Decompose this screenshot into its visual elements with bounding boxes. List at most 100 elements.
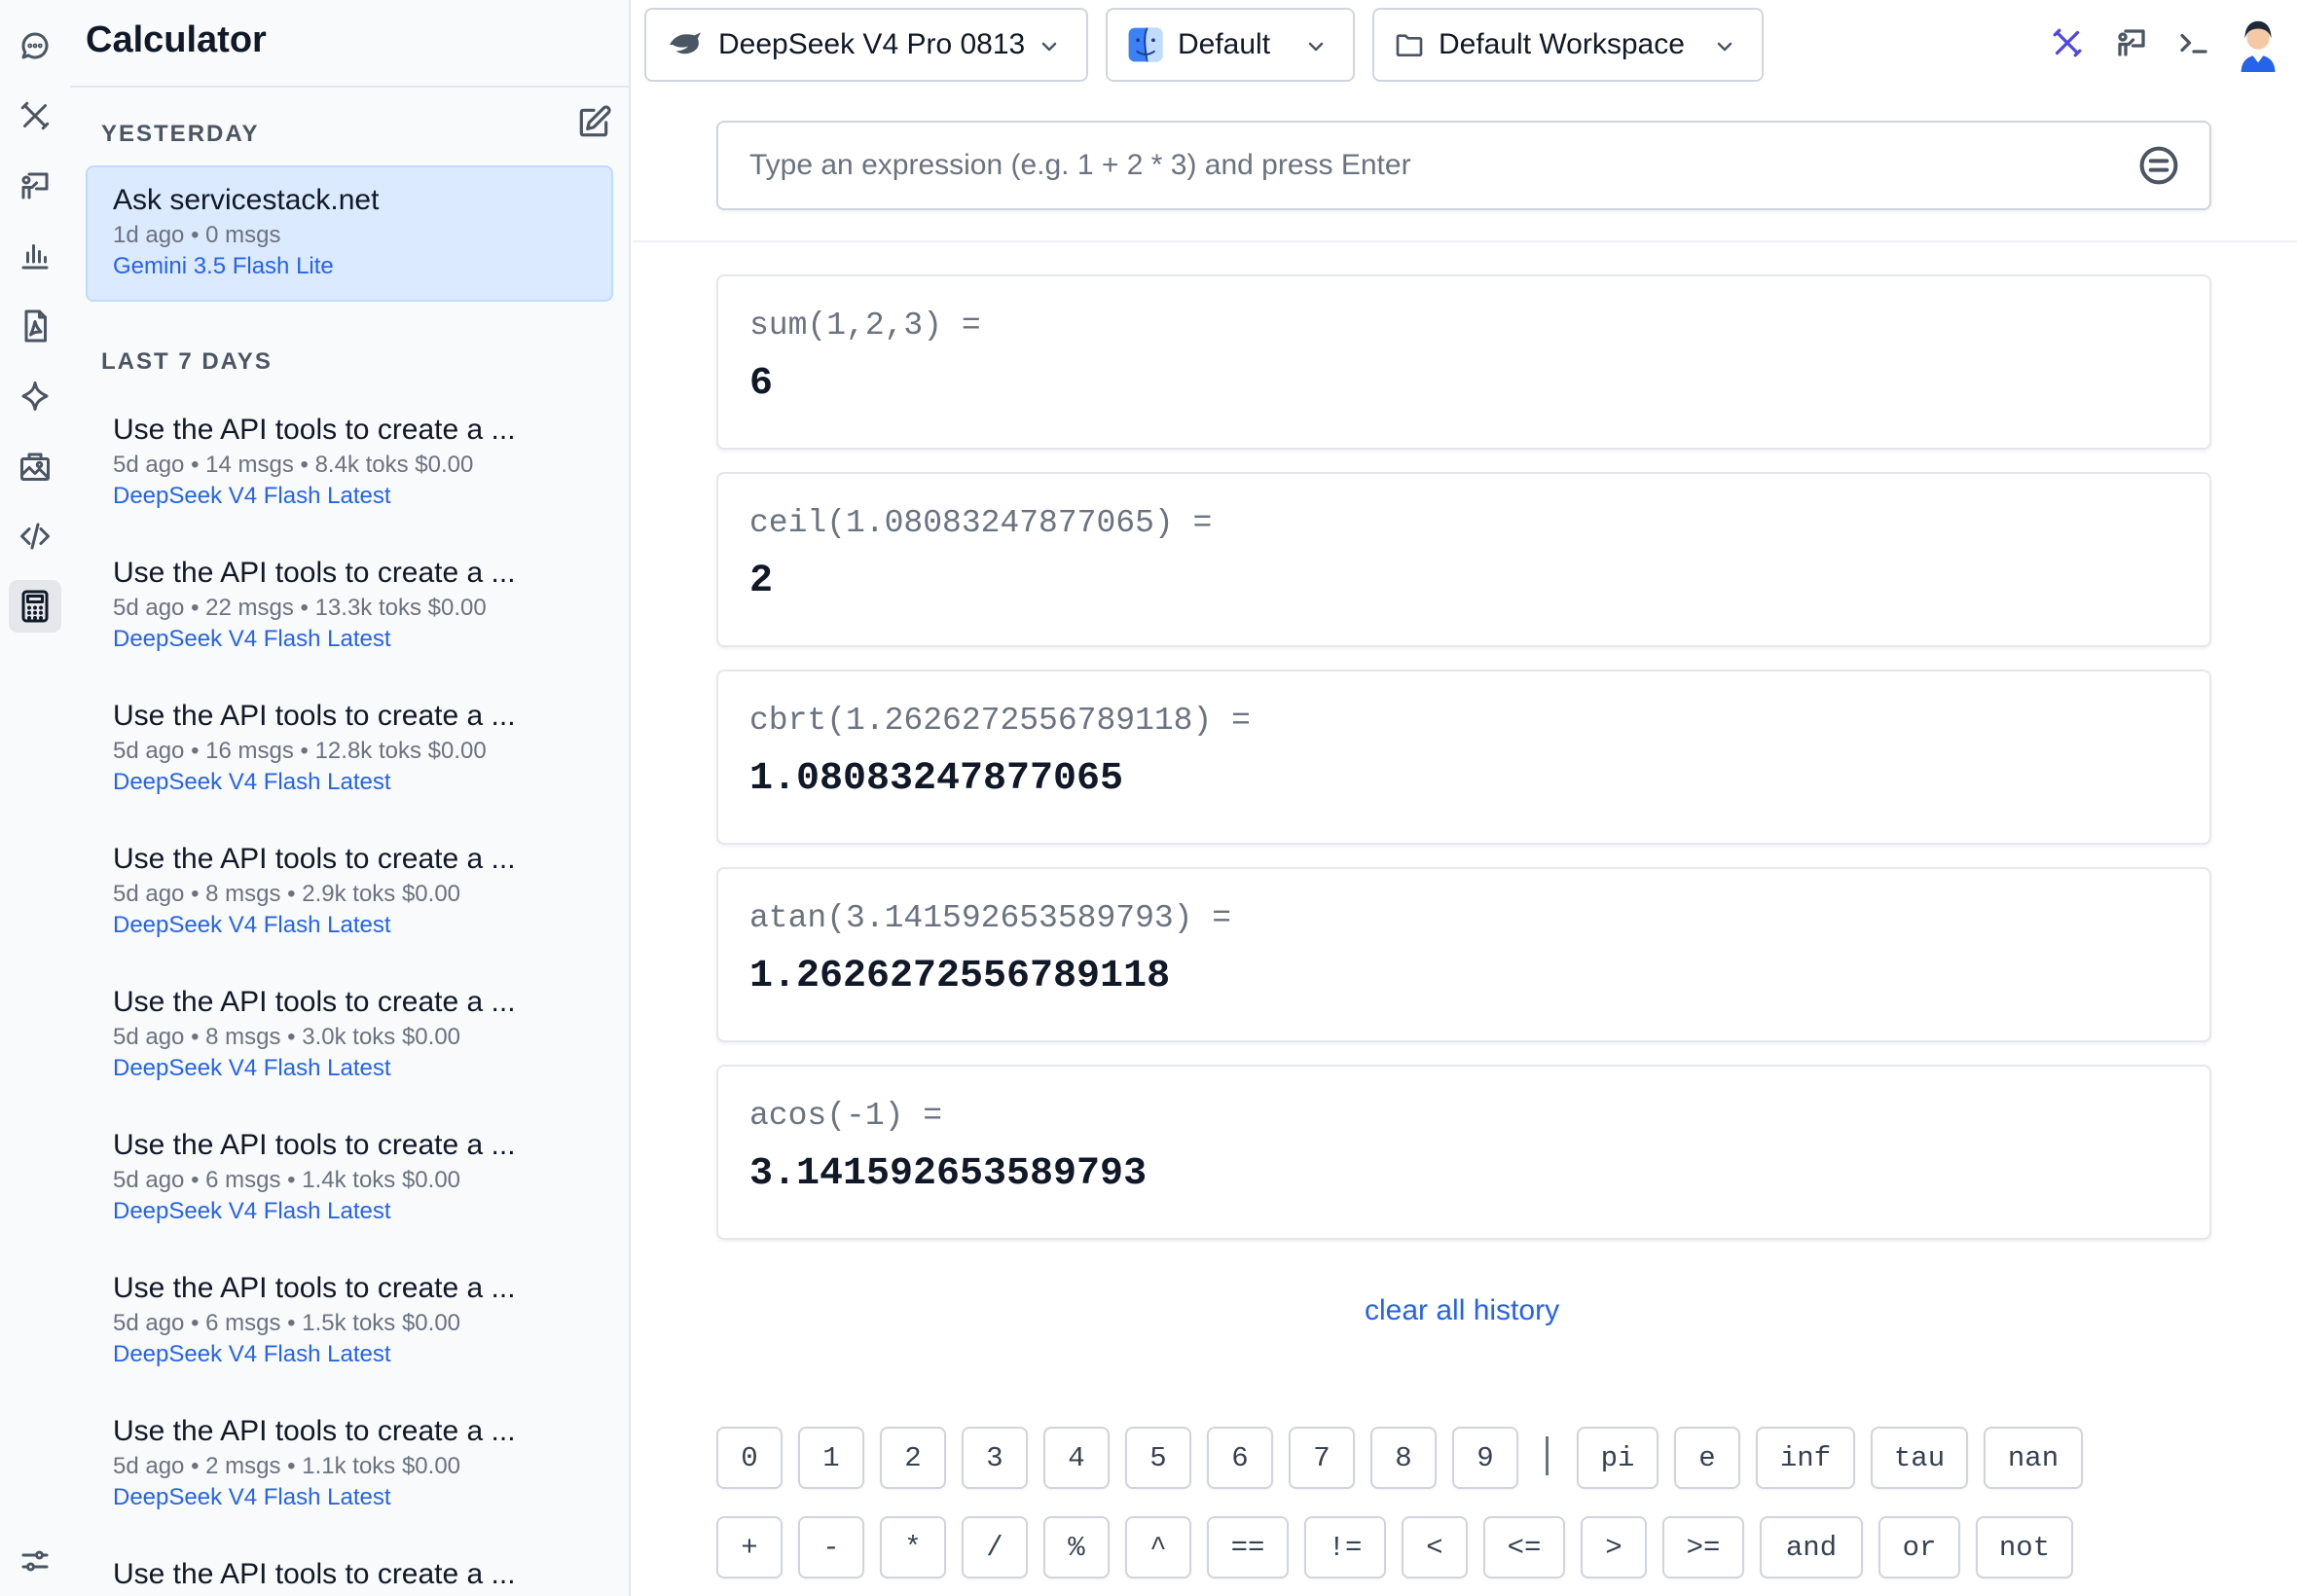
key-button[interactable]: 2 [880,1427,946,1489]
key-button[interactable]: inf [1756,1427,1855,1489]
key-button[interactable]: tau [1871,1427,1968,1489]
key-button[interactable]: 1 [798,1427,864,1489]
thread-item[interactable]: Ask servicestack.net 1d ago • 0 msgs Gem… [86,165,613,302]
key-button[interactable]: - [798,1516,864,1578]
key-button[interactable]: 4 [1043,1427,1110,1489]
profile-select-label: Default [1178,28,1271,60]
key-button[interactable]: + [716,1516,783,1578]
key-button[interactable]: 6 [1207,1427,1273,1489]
expression-input-container [716,121,2211,210]
calculator-icon [21,590,49,623]
key-button[interactable]: / [962,1516,1028,1578]
tools-icon [2053,28,2082,57]
key-button[interactable]: <= [1483,1516,1565,1578]
terminal-toggle-button[interactable] [2172,21,2215,64]
key-button[interactable]: e [1674,1427,1740,1489]
thread-meta: 5d ago • 6 msgs • 1.4k toks $0.00 [113,1167,461,1193]
key-button[interactable]: 3 [962,1427,1028,1489]
user-avatar[interactable] [2233,16,2283,72]
key-button[interactable]: 5 [1125,1427,1191,1489]
rail-calculator-button[interactable] [9,580,61,633]
thread-item[interactable]: Use the API tools to create a ... [86,1540,613,1596]
key-button[interactable]: and [1760,1516,1863,1578]
key-button[interactable]: 7 [1289,1427,1355,1489]
key-separator [1546,1436,1549,1475]
thread-title: Use the API tools to create a ... [113,414,516,446]
edit-icon [579,105,611,137]
history-expression: acos(-1) = [749,1098,943,1134]
input-menu-button[interactable] [2137,144,2180,187]
thread-item[interactable]: Use the API tools to create a ... 5d ago… [86,681,613,817]
image-gallery-icon [20,453,50,481]
thread-item[interactable]: Use the API tools to create a ... 5d ago… [86,538,613,674]
code-icon [20,523,50,550]
history-entry[interactable]: ceil(1.08083247877065) = 2 [716,472,2211,647]
tools-toggle-button[interactable] [2046,21,2089,64]
key-button[interactable]: 8 [1370,1427,1437,1489]
thread-model: DeepSeek V4 Flash Latest [113,626,391,652]
rail-tools-button[interactable] [9,90,61,142]
thread-item[interactable]: Use the API tools to create a ... 5d ago… [86,395,613,531]
clear-history-link[interactable]: clear all history [1365,1294,1559,1327]
key-button[interactable]: >= [1662,1516,1744,1578]
thread-item[interactable]: Use the API tools to create a ... 5d ago… [86,1396,613,1533]
user-avatar-icon [2241,20,2276,72]
rail-gallery-button[interactable] [9,440,61,492]
rail-pdf-button[interactable] [9,300,61,352]
presentation-toggle-button[interactable] [2110,21,2153,64]
key-button[interactable]: < [1402,1516,1468,1578]
thread-model: Gemini 3.5 Flash Lite [113,253,334,279]
key-button[interactable]: nan [1984,1427,2083,1489]
model-select[interactable]: DeepSeek V4 Pro 0813 [644,8,1088,82]
presentation-icon [2118,29,2145,56]
thread-meta: 5d ago • 14 msgs • 8.4k toks $0.00 [113,452,474,478]
header-divider [633,240,2297,242]
key-button[interactable]: 9 [1452,1427,1518,1489]
thread-item[interactable]: Use the API tools to create a ... 5d ago… [86,967,613,1104]
thread-item[interactable]: Use the API tools to create a ... 5d ago… [86,1253,613,1390]
thread-meta: 5d ago • 16 msgs • 12.8k toks $0.00 [113,738,487,764]
presentation-icon [21,172,49,200]
pdf-document-icon [24,309,47,343]
thread-meta: 1d ago • 0 msgs [113,222,281,248]
menu-circle-icon [2139,146,2178,185]
rail-ai-button[interactable] [9,370,61,422]
key-button[interactable]: pi [1577,1427,1659,1489]
profile-select[interactable]: Default [1106,8,1355,82]
history-entry[interactable]: acos(-1) = 3.141592653589793 [716,1065,2211,1240]
history-entry[interactable]: sum(1,2,3) = 6 [716,274,2211,450]
history-entry[interactable]: cbrt(1.2626272556789118) = 1.08083247877… [716,670,2211,845]
key-button[interactable]: != [1304,1516,1386,1578]
thread-item[interactable]: Use the API tools to create a ... 5d ago… [86,1110,613,1247]
key-button[interactable]: 0 [716,1427,783,1489]
workspace-select[interactable]: Default Workspace [1372,8,1764,82]
sparkle-icon [21,381,49,411]
thread-meta: 5d ago • 8 msgs • 2.9k toks $0.00 [113,881,461,907]
sidebar-settings-button[interactable] [18,1543,53,1578]
key-button[interactable]: % [1043,1516,1110,1578]
new-chat-button[interactable] [572,101,615,144]
rail-presentation-button[interactable] [9,160,61,212]
thread-title: Use the API tools to create a ... [113,557,516,589]
rail-chat-button[interactable] [9,19,61,72]
history-entry[interactable]: atan(3.141592653589793) = 1.262627255678… [716,867,2211,1042]
key-button[interactable]: > [1581,1516,1647,1578]
rail-code-button[interactable] [9,510,61,562]
key-button[interactable]: * [880,1516,946,1578]
thread-title: Use the API tools to create a ... [113,1129,516,1161]
thread-title: Ask servicestack.net [113,184,380,216]
icon-rail [0,0,70,1596]
thread-model: DeepSeek V4 Flash Latest [113,1055,391,1081]
key-button[interactable]: ^ [1125,1516,1191,1578]
rail-analytics-button[interactable] [9,230,61,282]
history-result: 1.2626272556789118 [749,955,1171,998]
thread-item[interactable]: Use the API tools to create a ... 5d ago… [86,824,613,961]
tools-icon [20,101,50,130]
key-button[interactable]: or [1878,1516,1960,1578]
model-select-label: DeepSeek V4 Pro 0813 [718,28,1026,60]
expression-input[interactable] [718,123,2130,208]
key-button[interactable]: == [1207,1516,1289,1578]
thread-title: Use the API tools to create a ... [113,1558,516,1590]
thread-model: DeepSeek V4 Flash Latest [113,1198,391,1224]
key-button[interactable]: not [1976,1516,2073,1578]
